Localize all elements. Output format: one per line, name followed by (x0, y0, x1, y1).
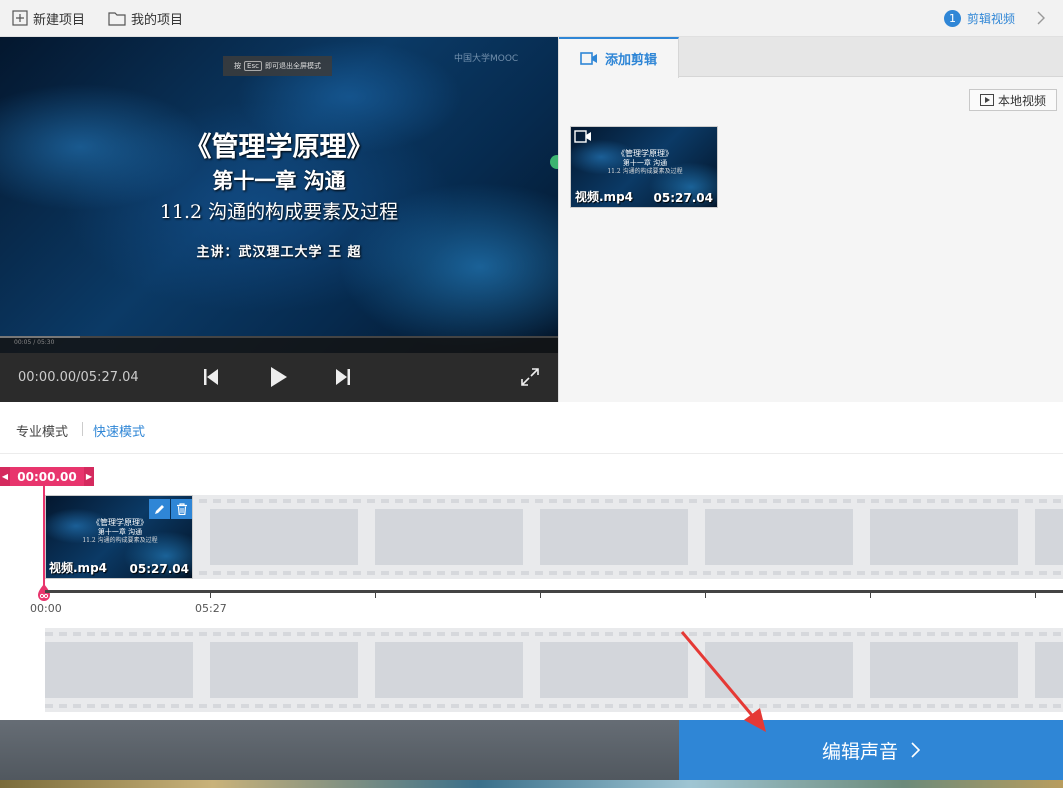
tab-add-clip-label: 添加剪辑 (604, 53, 657, 68)
embedded-time: 00:05 / 05:30 (14, 339, 55, 346)
video-camera-icon (574, 130, 591, 143)
tl-chapter-text: 第十一章 沟通 (97, 528, 143, 536)
fullscreen-hint: 按 Esc 即可退出全屏模式 (223, 56, 332, 76)
delete-clip-button[interactable] (171, 499, 192, 519)
mode-pro-tab[interactable]: 专业模式 (16, 421, 68, 440)
local-video-label: 本地视频 (997, 93, 1046, 108)
tl-clip-filename: 视频.mp4 (49, 561, 108, 575)
mode-divider (82, 422, 83, 436)
clip-filename: 视频.mp4 (575, 190, 634, 204)
play-icon[interactable] (270, 366, 288, 388)
esc-key: Esc (244, 61, 262, 71)
video-file-icon (979, 94, 994, 106)
clip-thumbnail[interactable]: 《管理学原理》 第十一章 沟通 11.2 沟通的构成要素及过程 视频.mp4 0… (570, 126, 718, 208)
playhead-line[interactable] (43, 486, 45, 590)
folder-icon (108, 11, 126, 26)
video-frame[interactable]: 按 Esc 即可退出全屏模式 中国大学MOOC 《管理学原理》 第十一章 沟通 … (0, 37, 558, 353)
clip-library-panel: 添加剪辑 本地视频 《管理学原理》 第十一章 沟通 11.2 沟通的构成要素及过… (558, 37, 1063, 402)
tab-add-clip[interactable]: 添加剪辑 (559, 37, 679, 78)
video-player[interactable]: 按 Esc 即可退出全屏模式 中国大学MOOC 《管理学原理》 第十一章 沟通 … (0, 37, 558, 402)
pencil-icon (154, 505, 164, 514)
step-edit-video[interactable]: 1 剪辑视频 (944, 0, 1015, 36)
plus-box-icon (12, 10, 28, 26)
thumb-chapter-text: 第十一章 沟通 (622, 159, 668, 167)
tl-section-text: 11.2 沟通的构成要素及过程 (82, 537, 158, 544)
player-controls: 00:00.00/05:27.04 (0, 353, 558, 402)
audio-track[interactable] (45, 628, 1063, 712)
step-number: 1 (944, 9, 961, 27)
video-title: 《管理学原理》 (184, 132, 374, 163)
add-marker-icon[interactable] (550, 155, 558, 169)
ruler-label-start: 00:00 (30, 602, 62, 615)
scissors-icon[interactable] (37, 584, 51, 602)
esc-hint-prefix: 按 (234, 62, 242, 70)
tl-clip-duration: 05:27.04 (129, 562, 189, 576)
esc-hint-suffix: 即可退出全屏模式 (264, 62, 321, 70)
timecode: 00:00.00/05:27.04 (18, 370, 139, 385)
trash-icon (176, 503, 187, 515)
chevron-right-icon (911, 742, 920, 758)
playhead-right-arrow[interactable]: ▶ (84, 467, 94, 486)
time-ruler[interactable] (45, 590, 1063, 593)
tl-title-text: 《管理学原理》 (92, 518, 148, 527)
edit-clip-button[interactable] (149, 499, 170, 519)
thumb-title-text: 《管理学原理》 (617, 149, 673, 158)
watermark: 中国大学MOOC (454, 54, 519, 64)
my-projects-label: 我的项目 (131, 12, 184, 28)
top-toolbar: 新建项目 我的项目 1 剪辑视频 (0, 0, 1063, 37)
fullscreen-icon[interactable] (520, 367, 540, 387)
video-lecturer: 主讲：武汉理工大学 王 超 (196, 245, 362, 260)
video-camera-icon (580, 52, 597, 65)
video-section: 11.2 沟通的构成要素及过程 (159, 201, 399, 223)
edit-audio-label: 编辑声音 (821, 740, 898, 763)
thumb-section-text: 11.2 沟通的构成要素及过程 (607, 168, 683, 175)
local-video-button[interactable]: 本地视频 (969, 89, 1057, 111)
background-strip (0, 780, 1063, 788)
ruler-label-end: 05:27 (195, 602, 227, 615)
tab-strip: 添加剪辑 (559, 37, 1063, 78)
next-icon[interactable] (336, 368, 350, 386)
embedded-player-bar: 00:05 / 05:30 (0, 336, 558, 353)
timeline-clip[interactable]: 《管理学原理》 第十一章 沟通 11.2 沟通的构成要素及过程 视频.mp4 0… (45, 495, 193, 579)
new-project-label: 新建项目 (33, 12, 86, 28)
video-track[interactable] (45, 495, 1063, 579)
my-projects-button[interactable]: 我的项目 (108, 0, 183, 36)
timeline[interactable]: 《管理学原理》 第十一章 沟通 11.2 沟通的构成要素及过程 视频.mp4 0… (0, 454, 1063, 720)
embedded-progress (0, 336, 558, 338)
mode-bar: 专业模式 快速模式 (0, 402, 1063, 454)
new-project-button[interactable]: 新建项目 (12, 0, 85, 36)
playhead-left-arrow[interactable]: ◀ (0, 467, 10, 486)
video-chapter: 第十一章 沟通 (212, 168, 346, 193)
clip-duration: 05:27.04 (653, 191, 713, 205)
mode-fast-tab[interactable]: 快速模式 (93, 421, 145, 440)
playhead-time-tag[interactable]: ◀ 00:00.00 ▶ (0, 467, 94, 486)
edit-audio-button[interactable]: 编辑声音 (679, 720, 1063, 780)
bottom-bar: 编辑声音 (0, 720, 1063, 788)
step-label: 剪辑视频 (967, 11, 1016, 26)
chevron-right-icon (1037, 11, 1045, 25)
playhead-time: 00:00.00 (17, 469, 77, 484)
previous-icon[interactable] (204, 368, 218, 386)
